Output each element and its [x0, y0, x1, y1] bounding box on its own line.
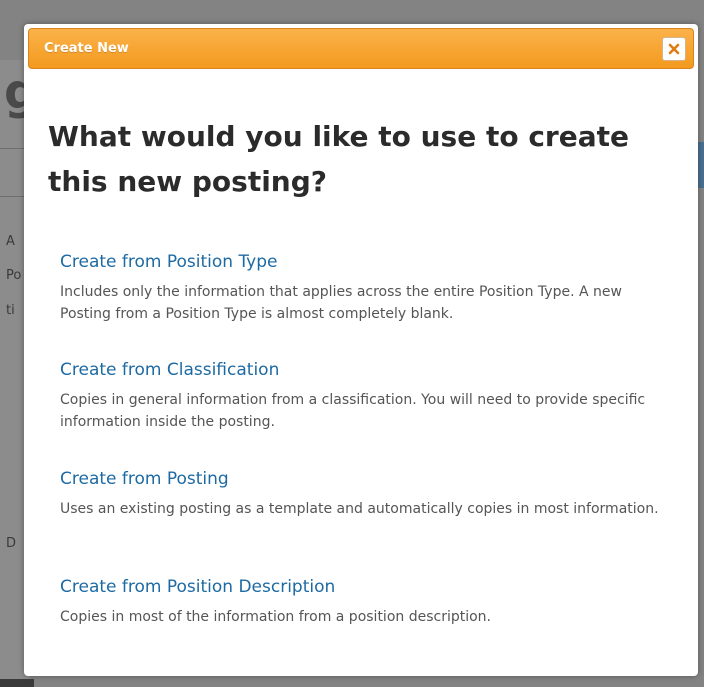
option-classification: Create from Classification Copies in gen…	[60, 359, 676, 433]
background-text-fragment: D	[6, 536, 17, 551]
option-position-type: Create from Position Type Includes only …	[60, 251, 676, 325]
dialog-title: Create New	[44, 41, 129, 56]
close-icon	[668, 43, 680, 55]
create-from-position-description-link[interactable]: Create from Position Description	[60, 576, 676, 598]
create-new-dialog: Create New What would you like to use to…	[24, 24, 698, 676]
close-button[interactable]	[662, 37, 686, 61]
background-text-fragment: Po	[6, 268, 22, 283]
create-from-classification-link[interactable]: Create from Classification	[60, 359, 676, 381]
dialog-header: Create New	[28, 28, 694, 69]
option-position-description: Create from Position Description Copies …	[60, 576, 676, 628]
dialog-question: What would you like to use to create thi…	[48, 120, 629, 198]
option-description: Uses an existing posting as a template a…	[60, 501, 659, 517]
option-description: Copies in most of the information from a…	[60, 609, 491, 625]
option-posting: Create from Posting Uses an existing pos…	[60, 468, 676, 520]
option-description: Includes only the information that appli…	[60, 284, 622, 322]
create-from-position-type-link[interactable]: Create from Position Type	[60, 251, 676, 273]
option-description: Copies in general information from a cla…	[60, 392, 646, 430]
background-text-fragment: A	[6, 234, 15, 249]
background-side-tab	[698, 142, 704, 188]
background-bottom-tab	[0, 679, 34, 687]
background-text-fragment: ti	[6, 303, 15, 318]
create-from-posting-link[interactable]: Create from Posting	[60, 468, 676, 490]
